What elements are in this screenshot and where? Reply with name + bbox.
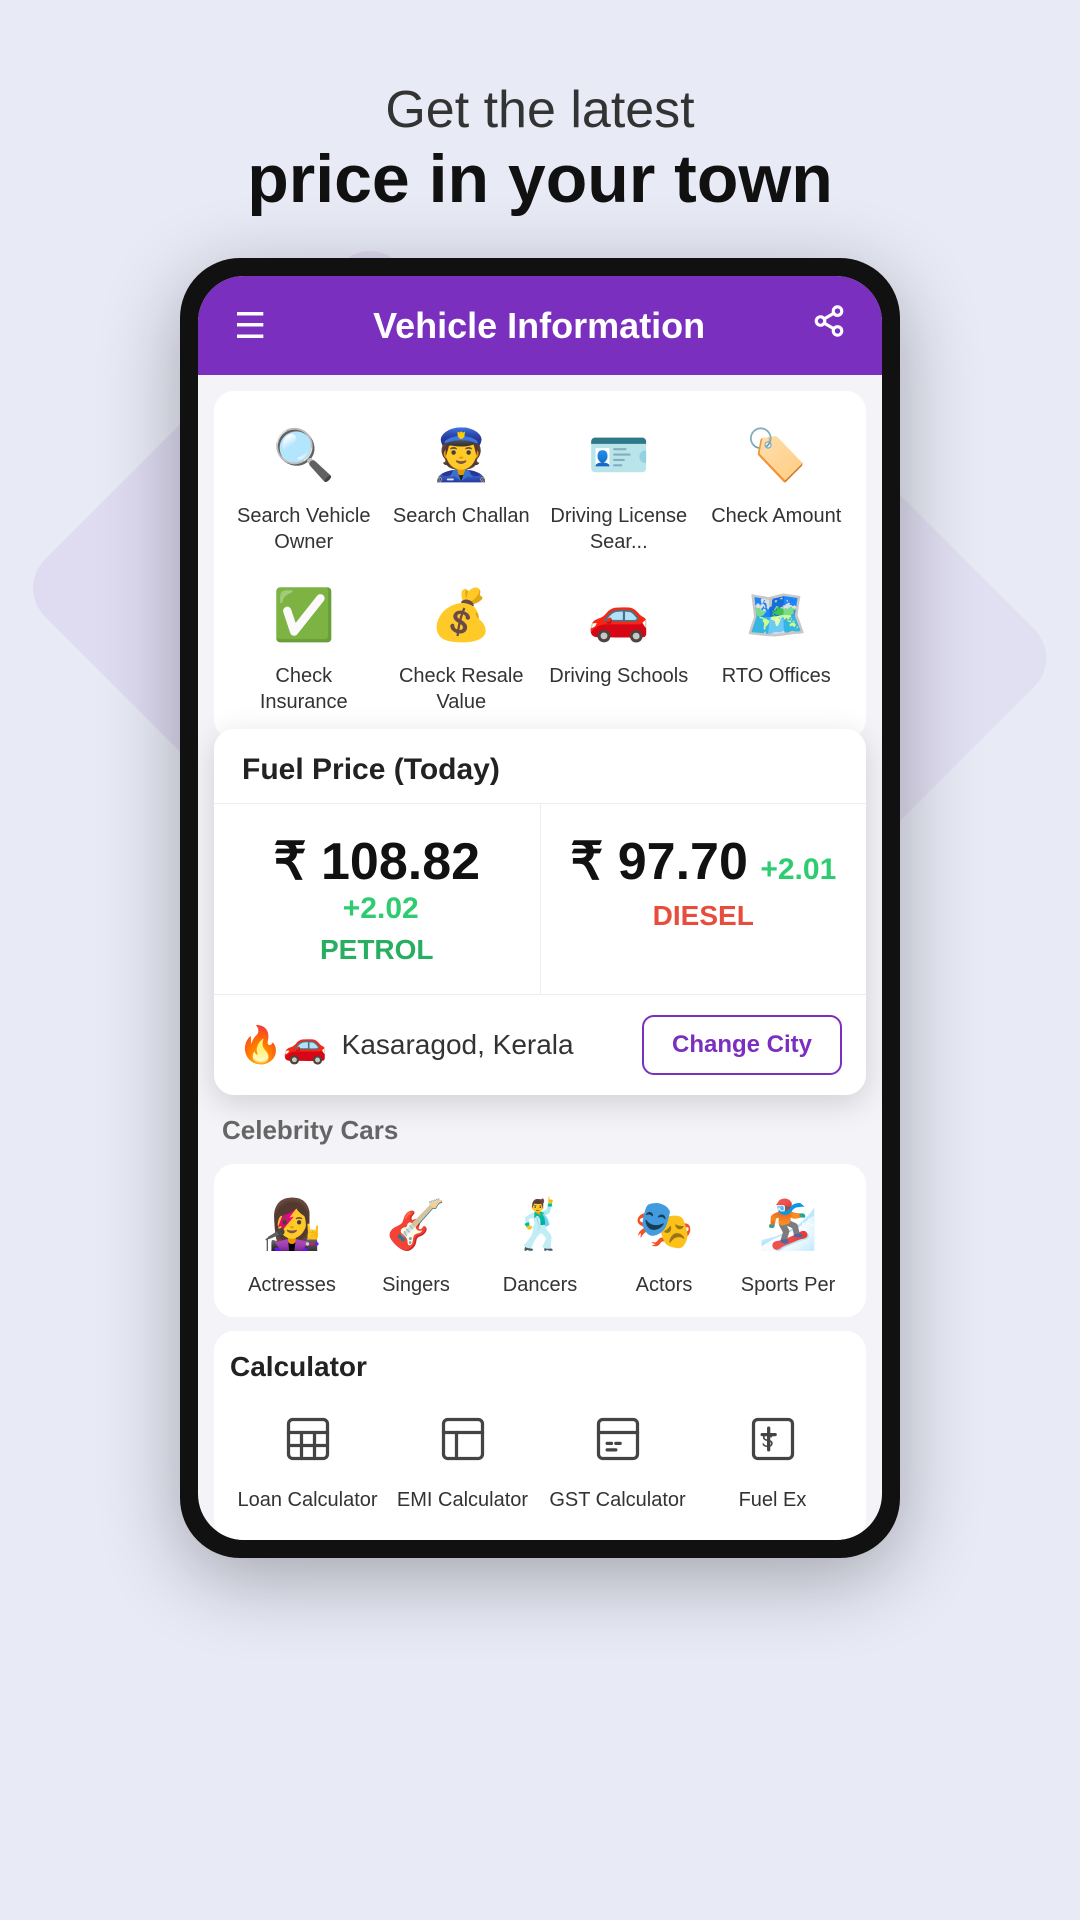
celeb-label-sports: Sports Per <box>741 1274 835 1297</box>
calc-item-fuel[interactable]: $ Fuel Ex <box>695 1399 850 1512</box>
petrol-amount: ₹ 108.82 <box>273 833 480 891</box>
phone-shell: ☰ Vehicle Information 🔍 Search Vehicle O… <box>180 258 900 1558</box>
change-city-button[interactable]: Change City <box>642 1015 842 1075</box>
rto-offices-icon: 🗺️ <box>736 575 816 655</box>
check-amount-icon: 🏷️ <box>736 415 816 495</box>
celeb-item-actors[interactable]: 🎭 Actors <box>602 1184 726 1297</box>
menu-item-driving-schools[interactable]: 🚗 Driving Schools <box>545 575 693 715</box>
celeb-label-actresses: Actresses <box>248 1274 336 1297</box>
calc-item-loan[interactable]: Loan Calculator <box>230 1399 385 1512</box>
singers-icon: 🎸 <box>376 1184 456 1264</box>
fuel-price-card: Fuel Price (Today) ₹ 108.82 +2.02 PETROL… <box>214 729 866 1095</box>
menu-item-check-insurance[interactable]: ✅ Check Insurance <box>230 575 378 715</box>
menu-label-rto-offices: RTO Offices <box>722 663 831 689</box>
celeb-label-dancers: Dancers <box>503 1274 577 1297</box>
menu-item-search-challan[interactable]: 👮 Search Challan <box>388 415 536 555</box>
driving-schools-icon: 🚗 <box>579 575 659 655</box>
petrol-price-row: ₹ 108.82 +2.02 <box>234 832 520 926</box>
fuel-card-header: Fuel Price (Today) <box>214 729 866 804</box>
menu-label-driving-license: Driving License Sear... <box>545 503 693 555</box>
calc-item-emi[interactable]: EMI Calculator <box>385 1399 540 1512</box>
menu-label-search-challan: Search Challan <box>393 503 530 529</box>
calc-item-gst[interactable]: GST Calculator <box>540 1399 695 1512</box>
gst-calculator-label: GST Calculator <box>549 1489 685 1512</box>
petrol-label: PETROL <box>234 934 520 966</box>
driving-license-icon: 🪪 <box>579 415 659 495</box>
menu-label-check-resale-value: Check Resale Value <box>388 663 536 715</box>
hero-subtitle: Get the latest <box>247 80 833 140</box>
share-icon[interactable] <box>812 304 846 347</box>
hamburger-icon[interactable]: ☰ <box>234 305 266 347</box>
petrol-change: +2.02 <box>343 892 419 925</box>
calculator-header: Calculator <box>230 1351 850 1383</box>
menu-item-search-vehicle-owner[interactable]: 🔍 Search Vehicle Owner <box>230 415 378 555</box>
menu-item-driving-license[interactable]: 🪪 Driving License Sear... <box>545 415 693 555</box>
celeb-item-actresses[interactable]: 👩‍🎤 Actresses <box>230 1184 354 1297</box>
emi-calculator-icon <box>423 1399 503 1479</box>
celeb-label-singers: Singers <box>382 1274 450 1297</box>
celebrity-section-label: Celebrity Cars <box>198 1095 882 1156</box>
sports-icon: 🏂 <box>748 1184 828 1264</box>
app-bar: ☰ Vehicle Information <box>198 276 882 375</box>
check-insurance-icon: ✅ <box>264 575 344 655</box>
petrol-price-col: ₹ 108.82 +2.02 PETROL <box>214 804 541 994</box>
phone-inner: ☰ Vehicle Information 🔍 Search Vehicle O… <box>198 276 882 1540</box>
calculator-section: Calculator Loan Calculator <box>214 1331 866 1540</box>
gst-calculator-icon <box>578 1399 658 1479</box>
fuel-pump-icon: 🔥🚗 <box>238 1024 328 1066</box>
menu-item-rto-offices[interactable]: 🗺️ RTO Offices <box>703 575 851 715</box>
celeb-label-actors: Actors <box>636 1274 693 1297</box>
celeb-item-singers[interactable]: 🎸 Singers <box>354 1184 478 1297</box>
diesel-price-col: ₹ 97.70 +2.01 DIESEL <box>541 804 867 994</box>
location-text: Kasaragod, Kerala <box>342 1029 574 1061</box>
phone-wrapper: ☰ Vehicle Information 🔍 Search Vehicle O… <box>180 258 900 1558</box>
hero-title: price in your town <box>247 140 833 218</box>
celeb-item-dancers[interactable]: 🕺 Dancers <box>478 1184 602 1297</box>
calculator-grid: Loan Calculator EMI Calculator <box>230 1399 850 1512</box>
fuel-location-row: 🔥🚗 Kasaragod, Kerala Change City <box>214 995 866 1095</box>
menu-item-check-resale-value[interactable]: 💰 Check Resale Value <box>388 575 536 715</box>
fuel-calculator-icon: $ <box>733 1399 813 1479</box>
menu-label-check-insurance: Check Insurance <box>230 663 378 715</box>
app-bar-title: Vehicle Information <box>373 305 705 347</box>
celeb-item-sports[interactable]: 🏂 Sports Per <box>726 1184 850 1297</box>
fuel-prices-container: ₹ 108.82 +2.02 PETROL ₹ 97.70 +2.01 DIES… <box>214 804 866 995</box>
emi-calculator-label: EMI Calculator <box>397 1489 528 1512</box>
loan-calculator-label: Loan Calculator <box>237 1489 377 1512</box>
dancers-icon: 🕺 <box>500 1184 580 1264</box>
hero-section: Get the latest price in your town <box>207 0 873 258</box>
menu-grid: 🔍 Search Vehicle Owner 👮 Search Challan … <box>214 391 866 739</box>
celebrity-grid: 👩‍🎤 Actresses 🎸 Singers 🕺 Dancers 🎭 Acto… <box>214 1164 866 1317</box>
menu-label-check-amount: Check Amount <box>711 503 841 529</box>
diesel-price-row: ₹ 97.70 +2.01 <box>561 832 847 892</box>
menu-label-driving-schools: Driving Schools <box>549 663 688 689</box>
diesel-label: DIESEL <box>561 900 847 932</box>
fuel-ex-calculator-label: Fuel Ex <box>739 1489 807 1512</box>
menu-label-search-vehicle-owner: Search Vehicle Owner <box>230 503 378 555</box>
loan-calculator-icon <box>268 1399 348 1479</box>
check-resale-value-icon: 💰 <box>421 575 501 655</box>
diesel-amount: ₹ 97.70 <box>570 833 748 891</box>
search-challan-icon: 👮 <box>421 415 501 495</box>
actors-icon: 🎭 <box>624 1184 704 1264</box>
diesel-change: +2.01 <box>760 853 836 886</box>
search-vehicle-owner-icon: 🔍 <box>264 415 344 495</box>
actresses-icon: 👩‍🎤 <box>252 1184 332 1264</box>
menu-item-check-amount[interactable]: 🏷️ Check Amount <box>703 415 851 555</box>
location-left: 🔥🚗 Kasaragod, Kerala <box>238 1024 574 1066</box>
